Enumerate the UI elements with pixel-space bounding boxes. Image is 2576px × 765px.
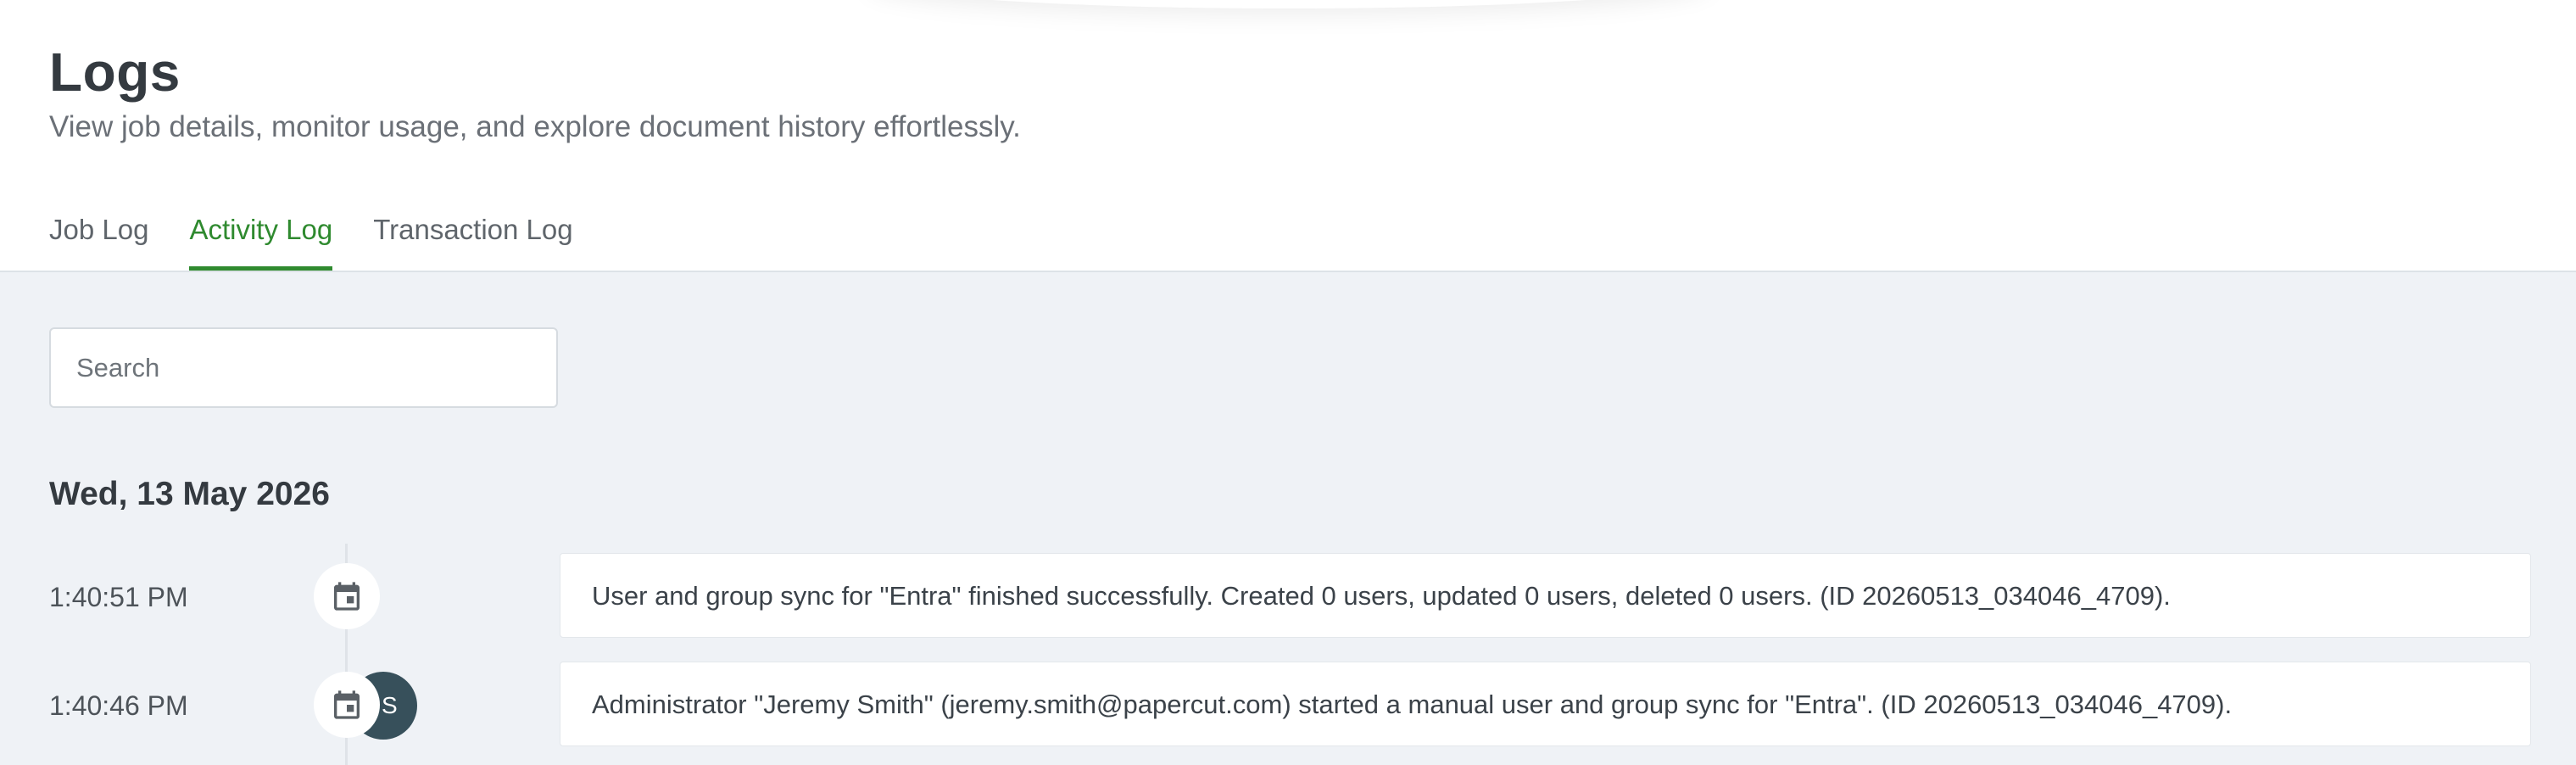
logs-page: Logs View job details, monitor usage, an… <box>0 0 2576 765</box>
tab-activity-log[interactable]: Activity Log <box>189 212 332 271</box>
entry-time: 1:40:46 PM <box>49 690 188 721</box>
tab-transaction-log[interactable]: Transaction Log <box>373 212 572 271</box>
calendar-icon <box>314 672 380 738</box>
tab-job-log[interactable]: Job Log <box>49 212 148 271</box>
page-title: Logs <box>49 42 181 103</box>
page-header: Logs View job details, monitor usage, an… <box>0 0 2576 271</box>
calendar-icon <box>314 563 380 629</box>
log-entry: 1:40:46 PM S Administrator "Jeremy Smith… <box>0 662 2576 746</box>
search-input[interactable] <box>49 327 558 408</box>
entry-message: User and group sync for "Entra" finished… <box>560 553 2531 638</box>
activity-log-content: Wed, 13 May 2026 1:40:51 PM User and gro… <box>0 272 2576 765</box>
date-group-heading: Wed, 13 May 2026 <box>49 476 330 512</box>
entry-message: Administrator "Jeremy Smith" (jeremy.smi… <box>560 662 2531 746</box>
page-subtitle: View job details, monitor usage, and exp… <box>49 110 1021 143</box>
entry-time: 1:40:51 PM <box>49 582 188 612</box>
top-bar-shadow <box>865 0 1713 8</box>
log-tabs: Job Log Activity Log Transaction Log <box>49 212 614 271</box>
log-entry: 1:40:51 PM User and group sync for "Entr… <box>0 553 2576 638</box>
